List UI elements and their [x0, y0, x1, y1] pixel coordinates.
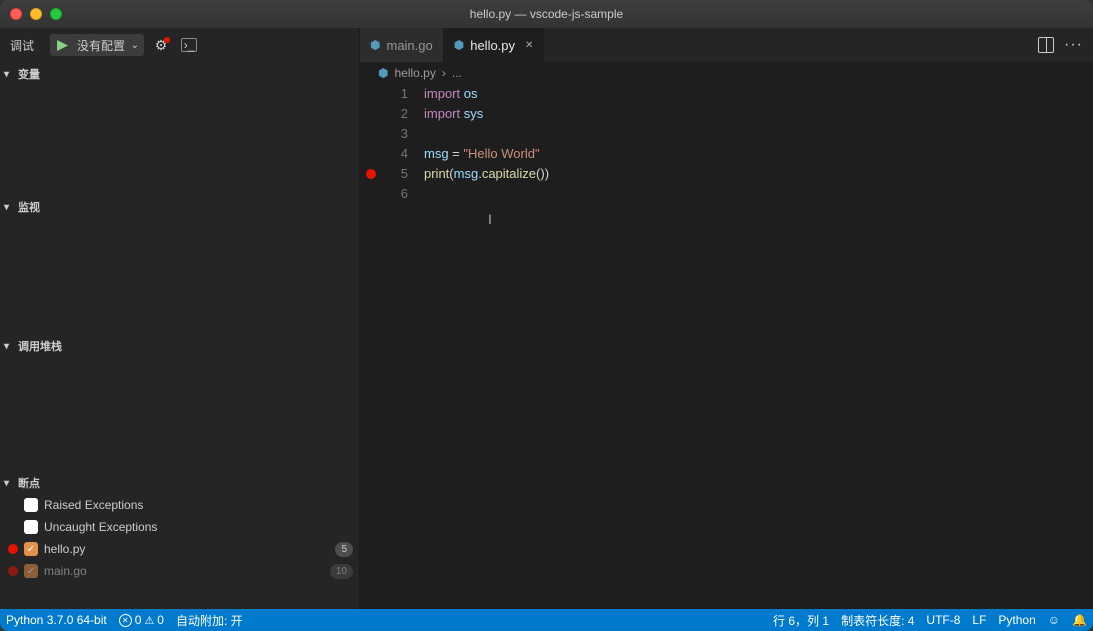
breadcrumb-sep: › [442, 66, 446, 80]
editor-tabs: ⬢ main.go ⬢ hello.py ✕ ··· [360, 28, 1093, 62]
text-cursor-icon: I [488, 209, 492, 229]
code-line[interactable]: import os [424, 84, 1093, 104]
editor-tab[interactable]: ⬢ hello.py ✕ [444, 28, 545, 62]
breakpoint-label: main.go [44, 564, 324, 578]
breakpoint-checkbox[interactable] [24, 520, 38, 534]
error-count: 0 [135, 613, 142, 627]
line-number[interactable]: 6 [360, 184, 408, 204]
debug-toolbar: 调试 没有配置 ⚙ ›_ [0, 28, 359, 62]
breakpoint-row[interactable]: ✓ hello.py 5 [0, 538, 359, 560]
more-actions-icon[interactable]: ··· [1064, 36, 1083, 54]
line-col[interactable]: 行 6，列 1 [767, 609, 835, 631]
config-select[interactable]: 没有配置 [73, 34, 143, 56]
breakpoint-row[interactable]: Uncaught Exceptions [0, 516, 359, 538]
auto-attach[interactable]: 自动附加: 开 [170, 609, 249, 631]
breakpoints-body: Raised Exceptions Uncaught Exceptions ✓ hel… [0, 494, 359, 582]
close-tab-icon[interactable]: ✕ [525, 40, 533, 51]
variables-label: 变量 [18, 66, 40, 82]
callstack-header[interactable]: ▾调用堆栈 [0, 335, 359, 357]
breakpoint-label: Raised Exceptions [44, 498, 353, 512]
breakpoint-dot-icon [8, 566, 18, 576]
breakpoint-dot-icon [8, 544, 18, 554]
tab-size[interactable]: 制表符长度: 4 [835, 609, 920, 631]
eol[interactable]: LF [966, 609, 992, 631]
debug-sidebar: 调试 没有配置 ⚙ ›_ ▾变量 ▾监视 ▾调用堆栈 [0, 28, 360, 609]
variables-body [0, 85, 359, 195]
encoding[interactable]: UTF-8 [920, 609, 966, 631]
breakpoint-checkbox[interactable]: ✓ [24, 542, 38, 556]
gear-icon[interactable]: ⚙ [150, 34, 172, 56]
python-interpreter[interactable]: Python 3.7.0 64-bit [0, 609, 113, 631]
close-window-icon[interactable] [10, 8, 22, 20]
code-line[interactable]: print(msg.capitalize()) [424, 164, 1093, 184]
callstack-label: 调用堆栈 [18, 338, 62, 354]
python-file-icon: ⬢ [454, 38, 464, 52]
watch-body [0, 218, 359, 334]
python-file-icon: ⬢ [378, 66, 388, 80]
breakpoint-row[interactable]: ✓ main.go 10 [0, 560, 359, 582]
breakpoint-dot-icon [8, 522, 18, 532]
breakpoint-line-badge: 5 [335, 542, 353, 557]
breadcrumb-rest: ... [452, 66, 462, 80]
language-mode[interactable]: Python [992, 609, 1041, 631]
zoom-window-icon[interactable] [50, 8, 62, 20]
debug-console-icon[interactable]: ›_ [178, 34, 200, 56]
error-count-icon: ✕ [119, 614, 132, 627]
editor-area: ⬢main.go⬢hello.py✕ ··· ⬢ hello.py › ... … [360, 28, 1093, 609]
breakpoint-label: hello.py [44, 542, 329, 556]
code-line[interactable] [424, 184, 1093, 204]
warning-count: 0 [157, 613, 164, 627]
breakpoint-checkbox[interactable]: ✓ [24, 564, 38, 578]
line-number[interactable]: 4 [360, 144, 408, 164]
go-file-icon: ⬢ [370, 38, 380, 52]
statusbar: Python 3.7.0 64-bit ✕0 ⚠0 自动附加: 开 行 6，列 … [0, 609, 1093, 631]
variables-header[interactable]: ▾变量 [0, 63, 359, 85]
warning-count-icon: ⚠ [144, 614, 154, 627]
breadcrumb[interactable]: ⬢ hello.py › ... [360, 62, 1093, 84]
titlebar[interactable]: hello.py — vscode-js-sample [0, 0, 1093, 28]
tab-label: main.go [386, 38, 432, 53]
watch-label: 监视 [18, 199, 40, 215]
editor-tab[interactable]: ⬢ main.go [360, 28, 444, 62]
breakpoint-checkbox[interactable] [24, 498, 38, 512]
code-line[interactable] [424, 124, 1093, 144]
feedback-icon[interactable]: ☺ [1042, 609, 1066, 631]
code-editor[interactable]: 123456 I import osimport sysmsg = "Hello… [360, 84, 1093, 609]
breakpoint-label: Uncaught Exceptions [44, 520, 353, 534]
breakpoint-glyph-icon[interactable] [366, 169, 376, 179]
breakpoint-dot-icon [8, 500, 18, 510]
breakpoint-line-badge: 10 [330, 564, 353, 579]
tab-label: hello.py [470, 38, 515, 53]
breakpoint-row[interactable]: Raised Exceptions [0, 494, 359, 516]
config-badge [164, 37, 170, 43]
minimize-window-icon[interactable] [30, 8, 42, 20]
window-title: hello.py — vscode-js-sample [0, 7, 1093, 21]
breakpoints-header[interactable]: ▾断点 [0, 472, 359, 494]
start-debug-button[interactable] [51, 34, 73, 56]
bell-icon[interactable]: 🔔 [1066, 609, 1093, 631]
callstack-body [0, 357, 359, 471]
line-number[interactable]: 1 [360, 84, 408, 104]
problems-button[interactable]: ✕0 ⚠0 [113, 609, 170, 631]
launch-config: 没有配置 [50, 34, 144, 56]
code-line[interactable]: import sys [424, 104, 1093, 124]
line-number[interactable]: 3 [360, 124, 408, 144]
line-number[interactable]: 2 [360, 104, 408, 124]
window-controls [10, 8, 62, 20]
breadcrumb-file: hello.py [394, 66, 435, 80]
watch-header[interactable]: ▾监视 [0, 196, 359, 218]
debug-label: 调试 [10, 37, 44, 54]
split-editor-icon[interactable] [1038, 37, 1054, 53]
breakpoints-label: 断点 [18, 475, 40, 491]
code-line[interactable]: msg = "Hello World" [424, 144, 1093, 164]
